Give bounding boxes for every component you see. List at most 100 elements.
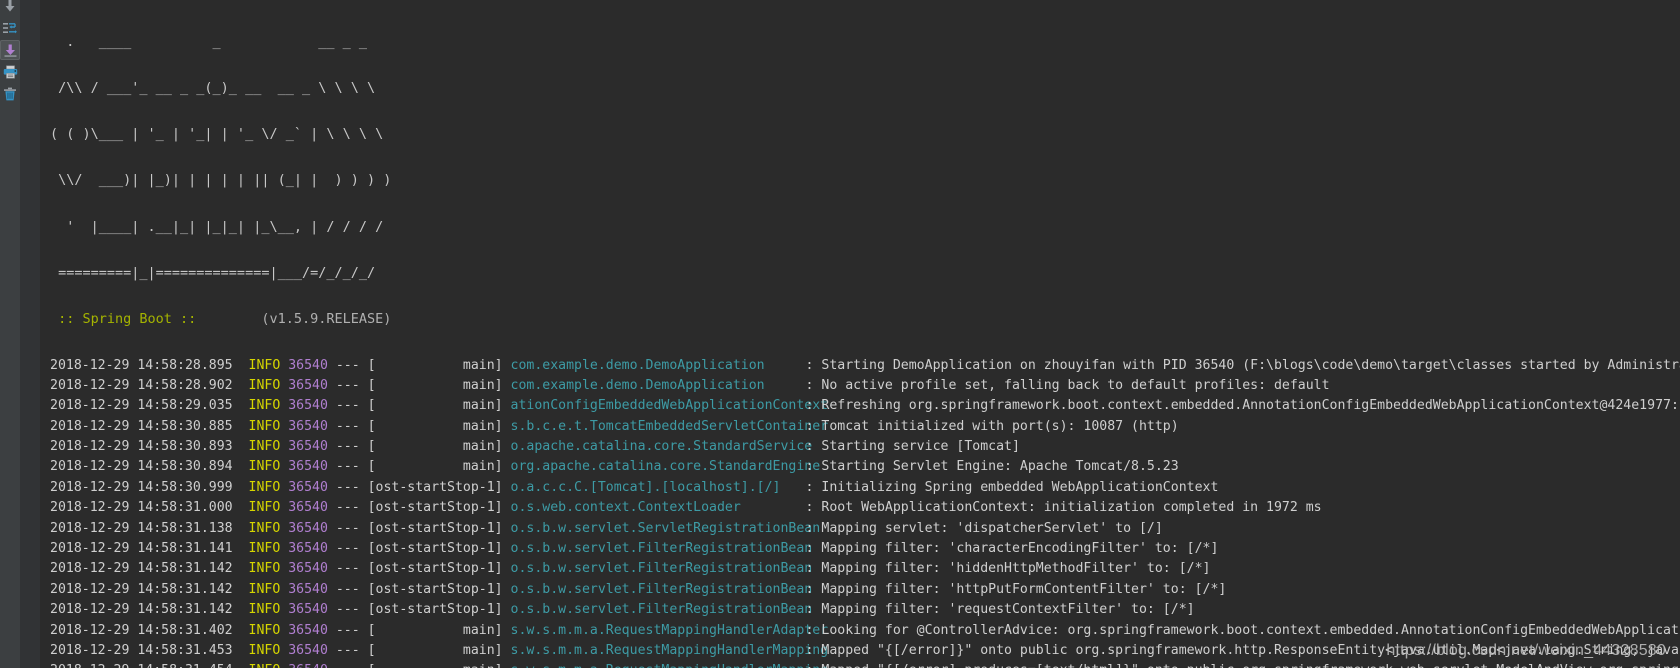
spring-boot-version: (v1.5.9.RELEASE) [204, 311, 392, 328]
log-thread: [ost-startStop-1] [367, 602, 511, 618]
soft-wrap-icon[interactable] [0, 18, 20, 38]
log-pid: 36540 [288, 581, 336, 597]
log-line: 2018-12-29 14:58:31.142 INFO 36540 --- [… [50, 580, 1680, 600]
log-pid: 36540 [288, 561, 336, 577]
log-message: : Mapped "{[/error],produces=[text/html]… [806, 663, 1680, 668]
log-thread: [ost-startStop-1] [367, 581, 511, 597]
csdn-watermark: https://blog.csdn.net/weixin_44328580 [1386, 642, 1666, 659]
log-message: : Initializing Spring embedded WebApplic… [805, 479, 1219, 495]
log-timestamp: 2018-12-29 14:58:28.895 [50, 357, 249, 373]
console-toolstrip [0, 0, 20, 668]
log-level: INFO [248, 439, 289, 455]
log-timestamp: 2018-12-29 14:58:31.000 [50, 500, 249, 516]
log-message: : Starting service [Tomcat] [805, 439, 1020, 455]
log-timestamp: 2018-12-29 14:58:31.141 [50, 541, 249, 557]
log-line: 2018-12-29 14:58:30.893 INFO 36540 --- [… [50, 437, 1680, 457]
log-pid: 36540 [288, 439, 336, 455]
trash-icon[interactable] [0, 84, 20, 104]
log-line: 2018-12-29 14:58:29.035 INFO 36540 --- [… [50, 396, 1680, 416]
log-separator: --- [335, 643, 368, 658]
log-logger: s.w.s.m.m.a.RequestMappingHandlerMapping [510, 643, 829, 658]
log-logger: org.apache.catalina.core.StandardEngine [510, 459, 821, 475]
print-icon[interactable] [0, 62, 20, 82]
scroll-down-icon[interactable] [0, 0, 20, 16]
log-message: : Mapping filter: 'httpPutFormContentFil… [805, 581, 1227, 597]
log-separator: --- [335, 541, 368, 557]
log-message: : Starting DemoApplication on zhouyifan … [805, 357, 1680, 373]
log-logger: o.apache.catalina.core.StandardService [510, 439, 813, 455]
banner-line: /\\ / ___'_ __ _ _(_)_ __ __ _ \ \ \ \ [50, 80, 376, 97]
log-line: 2018-12-29 14:58:31.141 INFO 36540 --- [… [50, 539, 1680, 559]
log-pid: 36540 [288, 520, 336, 536]
log-message: : Looking for @ControllerAdvice: org.spr… [805, 622, 1680, 638]
log-line: 2018-12-29 14:58:31.402 INFO 36540 --- [… [50, 621, 1680, 641]
log-logger: o.s.b.w.servlet.FilterRegistrationBean [510, 581, 813, 597]
log-level: INFO [248, 581, 289, 597]
log-timestamp: 2018-12-29 14:58:30.893 [50, 439, 249, 455]
console-area: . ____ _ __ _ _ /\\ / ___'_ __ _ _(_)_ _… [20, 0, 1680, 668]
log-message: : No active profile set, falling back to… [805, 377, 1330, 393]
console-gutter [20, 0, 40, 668]
log-pid: 36540 [288, 541, 336, 557]
log-separator: --- [335, 398, 368, 414]
log-line: 2018-12-29 14:58:31.138 INFO 36540 --- [… [50, 519, 1680, 539]
log-level: INFO [248, 418, 289, 434]
log-timestamp: 2018-12-29 14:58:31.453 [50, 643, 249, 658]
log-level: INFO [248, 561, 289, 577]
log-level: INFO [248, 643, 289, 658]
log-separator: --- [335, 561, 368, 577]
log-line: 2018-12-29 14:58:31.000 INFO 36540 --- [… [50, 498, 1680, 518]
log-message: : Tomcat initialized with port(s): 10087… [805, 418, 1179, 434]
console-output[interactable]: . ____ _ __ _ _ /\\ / ___'_ __ _ _(_)_ _… [40, 0, 1680, 668]
log-pid: 36540 [288, 398, 336, 414]
log-separator: --- [336, 663, 368, 668]
log-level: INFO [248, 622, 289, 638]
spring-boot-version-line: :: Spring Boot :: (v1.5.9.RELEASE) [40, 311, 1680, 328]
log-thread: [ main] [367, 622, 511, 638]
log-separator: --- [335, 581, 368, 597]
log-pid: 36540 [288, 459, 336, 475]
log-timestamp: 2018-12-29 14:58:29.035 [50, 398, 249, 414]
log-level: INFO [248, 377, 289, 393]
log-timestamp: 2018-12-29 14:58:30.894 [50, 459, 249, 475]
log-message: : Starting Servlet Engine: Apache Tomcat… [805, 459, 1179, 475]
log-separator: --- [335, 500, 368, 516]
log-pid: 36540 [288, 622, 336, 638]
log-timestamp: 2018-12-29 14:58:31.402 [50, 622, 249, 638]
banner-line: =========|_|==============|___/=/_/_/_/ [50, 264, 376, 281]
log-pid: 36540 [288, 602, 336, 618]
log-line: 2018-12-29 14:58:30.999 INFO 36540 --- [… [50, 478, 1680, 498]
log-thread: [ost-startStop-1] [367, 541, 511, 557]
log-timestamp: 2018-12-29 14:58:31.454 [50, 663, 249, 668]
log-line: 2018-12-29 14:58:30.894 INFO 36540 --- [… [50, 457, 1680, 477]
log-logger: com.example.demo.DemoApplication [510, 357, 765, 373]
log-line: 2018-12-29 14:58:28.902 INFO 36540 --- [… [50, 376, 1680, 396]
banner-line: ' |____| .__|_| |_|_| |_\__, | / / / / [50, 218, 384, 235]
spring-boot-banner: . ____ _ __ _ _ /\\ / ___'_ __ _ _(_)_ _… [40, 4, 1680, 312]
log-logger: o.s.b.w.servlet.ServletRegistrationBean [510, 520, 821, 536]
log-timestamp: 2018-12-29 14:58:31.138 [50, 520, 249, 536]
log-timestamp: 2018-12-29 14:58:30.885 [50, 418, 249, 434]
log-separator: --- [335, 439, 368, 455]
log-level: INFO [248, 500, 289, 516]
run-console-window: . ____ _ __ _ _ /\\ / ___'_ __ _ _(_)_ _… [0, 0, 1680, 668]
log-pid: 36540 [288, 663, 336, 668]
log-thread: [ main] [367, 459, 511, 475]
log-logger: o.s.b.w.servlet.FilterRegistrationBean [510, 541, 813, 557]
banner-line: \\/ ___)| |_)| | | | | || (_| | ) ) ) ) [50, 172, 392, 189]
banner-line: . ____ _ __ _ _ [50, 33, 367, 50]
log-message: : Root WebApplicationContext: initializa… [805, 500, 1322, 516]
log-level: INFO [248, 520, 289, 536]
log-pid: 36540 [288, 479, 336, 495]
log-separator: --- [335, 357, 368, 373]
log-logger: o.s.b.w.servlet.FilterRegistrationBean [510, 561, 813, 577]
log-separator: --- [335, 459, 368, 475]
log-logger: com.example.demo.DemoApplication [510, 377, 765, 393]
banner-line: ( ( )\___ | '_ | '_| | '_ \/ _` | \ \ \ … [50, 126, 384, 143]
log-lines: 2018-12-29 14:58:28.895 INFO 36540 --- [… [40, 356, 1680, 668]
scroll-to-end-icon[interactable] [0, 40, 20, 60]
log-level: INFO [249, 663, 289, 668]
log-thread: [ main] [367, 377, 511, 393]
log-level: INFO [248, 357, 289, 373]
log-thread: [ main] [367, 398, 511, 414]
